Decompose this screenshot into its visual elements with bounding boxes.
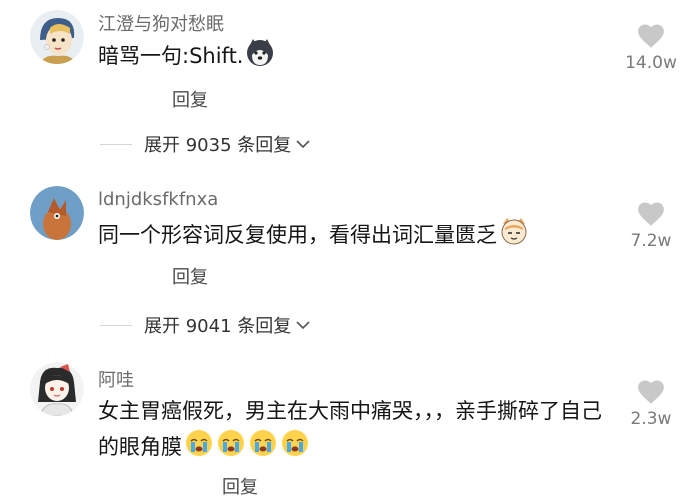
comment-username[interactable]: 江澄与狗对愁眠 bbox=[98, 10, 224, 36]
avatar[interactable] bbox=[30, 362, 84, 416]
divider bbox=[100, 143, 132, 145]
comment-text: 同一个形容词反复使用，看得出词汇量匮乏 bbox=[98, 216, 618, 256]
husky-face-emoji bbox=[245, 37, 275, 77]
comment-username[interactable]: ldnjdksfkfnxa bbox=[98, 189, 218, 210]
crying-face-emoji bbox=[184, 428, 214, 468]
expand-replies-label: 展开 9041 条回复 bbox=[144, 316, 292, 337]
like-button[interactable]: 14.0w bbox=[616, 22, 686, 73]
chevron-down-icon bbox=[296, 321, 310, 330]
comment-username[interactable]: 阿哇 bbox=[98, 366, 134, 392]
heart-icon bbox=[638, 24, 664, 48]
expand-replies-label: 展开 9035 条回复 bbox=[144, 135, 292, 156]
expand-replies-button[interactable]: 展开 9041 条回复 bbox=[100, 312, 311, 338]
reply-button[interactable]: 回复 bbox=[172, 86, 208, 112]
divider bbox=[100, 324, 132, 326]
like-count: 7.2w bbox=[630, 231, 672, 251]
crying-face-emoji bbox=[280, 428, 310, 468]
comment-text-content: 暗骂一句:Shift. bbox=[98, 44, 244, 68]
comment-text: 暗骂一句:Shift. bbox=[98, 37, 618, 77]
expand-replies-button[interactable]: 展开 9035 条回复 bbox=[100, 131, 311, 157]
crying-face-emoji bbox=[248, 428, 278, 468]
like-button[interactable]: 7.2w bbox=[616, 200, 686, 251]
heart-icon bbox=[638, 202, 664, 226]
chevron-down-icon bbox=[296, 140, 310, 149]
comment-text-content: 同一个形容词反复使用，看得出词汇量匮乏 bbox=[98, 223, 497, 247]
avatar[interactable] bbox=[30, 186, 84, 240]
like-count: 2.3w bbox=[630, 409, 672, 429]
comment-text-content: 女主胃癌假死，男主在大雨中痛哭，，，亲手撕碎了自己的眼角膜 bbox=[98, 399, 602, 459]
cat-face-emoji bbox=[499, 216, 529, 256]
heart-icon bbox=[638, 380, 664, 404]
like-button[interactable]: 2.3w bbox=[616, 378, 686, 429]
avatar[interactable] bbox=[30, 10, 84, 64]
reply-button[interactable]: 回复 bbox=[222, 473, 258, 499]
like-count: 14.0w bbox=[625, 53, 677, 73]
reply-button[interactable]: 回复 bbox=[172, 263, 208, 289]
crying-face-emoji bbox=[216, 428, 246, 468]
comment-text: 女主胃癌假死，男主在大雨中痛哭，，，亲手撕碎了自己的眼角膜 bbox=[98, 394, 618, 468]
